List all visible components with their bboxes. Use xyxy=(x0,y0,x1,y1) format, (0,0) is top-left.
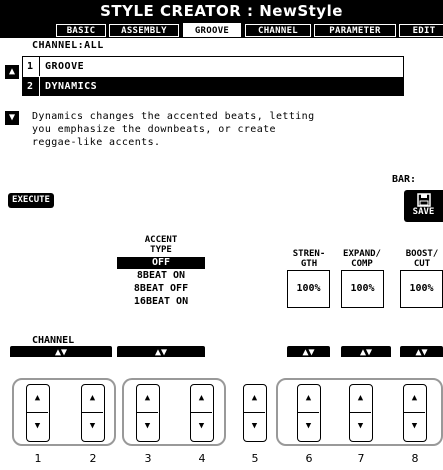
expand-comp-value[interactable]: 100% xyxy=(341,270,384,308)
triangle-up-icon[interactable]: ▲ xyxy=(298,385,319,413)
key-number: 7 xyxy=(357,452,365,465)
key-number: 1 xyxy=(34,452,42,465)
key-8[interactable]: ▲ ▼ xyxy=(403,384,427,442)
tab-channel[interactable]: CHANNEL xyxy=(245,24,311,37)
accent-type-list[interactable]: OFF 8BEAT ON 8BEAT OFF 16BEAT ON xyxy=(117,257,205,319)
key-6[interactable]: ▲ ▼ xyxy=(297,384,321,442)
accent-header-line2: TYPE xyxy=(150,245,172,255)
description-line: reggae-like accents. xyxy=(32,137,161,148)
triangle-down-icon[interactable]: ▼ xyxy=(27,413,48,440)
tab-parameter[interactable]: PARAMETER xyxy=(314,24,396,37)
key-number: 3 xyxy=(144,452,152,465)
key-4[interactable]: ▲ ▼ xyxy=(190,384,214,442)
boost-cut-updown-button[interactable]: ▲▼ xyxy=(400,346,443,357)
menu-list: 1 GROOVE 2 DYNAMICS xyxy=(22,56,404,96)
expand-comp-updown-button[interactable]: ▲▼ xyxy=(341,346,391,357)
tab-edit[interactable]: EDIT xyxy=(399,24,443,37)
tab-bar: BASIC ASSEMBLY GROOVE CHANNEL PARAMETER … xyxy=(0,22,443,38)
expand-comp-header-line2: COMP xyxy=(351,259,373,269)
triangle-down-icon[interactable]: ▼ xyxy=(404,413,425,440)
tab-basic[interactable]: BASIC xyxy=(56,24,106,37)
description-line: you emphasize the downbeats, or create xyxy=(32,124,276,135)
triangle-up-icon[interactable]: ▲ xyxy=(350,385,371,413)
accent-header-line1: ACCENT xyxy=(144,235,178,245)
accent-option[interactable]: 16BEAT ON xyxy=(117,296,205,308)
boost-cut-header: BOOST/ CUT xyxy=(397,249,443,269)
expand-comp-header: EXPAND/ COMP xyxy=(337,249,387,269)
list-item-groove[interactable]: 1 GROOVE xyxy=(23,57,403,76)
list-item-dynamics[interactable]: 2 DYNAMICS xyxy=(23,77,403,96)
key-number: 4 xyxy=(198,452,206,465)
key-number: 2 xyxy=(89,452,97,465)
channel-updown-button[interactable]: ▲▼ xyxy=(10,346,112,357)
list-item-label: DYNAMICS xyxy=(45,81,98,92)
triangle-down-icon[interactable]: ▼ xyxy=(298,413,319,440)
scroll-down-icon[interactable]: ▼ xyxy=(5,111,19,125)
execute-button[interactable]: EXECUTE xyxy=(8,193,54,208)
accent-option[interactable]: 8BEAT ON xyxy=(117,270,205,282)
strength-header-line1: STREN- xyxy=(292,249,326,259)
strength-updown-button[interactable]: ▲▼ xyxy=(287,346,330,357)
list-item-label: GROOVE xyxy=(45,61,85,72)
expand-comp-header-line1: EXPAND/ xyxy=(343,249,381,259)
boost-cut-value[interactable]: 100% xyxy=(400,270,443,308)
channel-button-label: CHANNEL xyxy=(32,335,75,346)
strength-header-line2: GTH xyxy=(300,259,318,269)
key-5[interactable]: ▲ ▼ xyxy=(243,384,267,442)
triangle-down-icon[interactable]: ▼ xyxy=(82,413,103,440)
strength-value[interactable]: 100% xyxy=(287,270,330,308)
key-number: 8 xyxy=(411,452,419,465)
key-number: 5 xyxy=(251,452,259,465)
list-item-number: 2 xyxy=(27,81,34,92)
key-number: 6 xyxy=(305,452,313,465)
window-title: STYLE CREATOR : NewStyle xyxy=(0,0,443,22)
lcd-screen: STYLE CREATOR : NewStyle BASIC ASSEMBLY … xyxy=(0,0,443,357)
accent-option[interactable]: 8BEAT OFF xyxy=(117,283,205,295)
channel-label: CHANNEL:ALL xyxy=(32,40,104,51)
triangle-up-icon[interactable]: ▲ xyxy=(244,385,265,413)
key-2[interactable]: ▲ ▼ xyxy=(81,384,105,442)
triangle-down-icon[interactable]: ▼ xyxy=(137,413,158,440)
description-line: Dynamics changes the accented beats, let… xyxy=(32,111,315,122)
list-item-number: 1 xyxy=(27,61,34,72)
key-3[interactable]: ▲ ▼ xyxy=(136,384,160,442)
bar-label: BAR: xyxy=(392,174,417,185)
accent-updown-button[interactable]: ▲▼ xyxy=(117,346,205,357)
triangle-down-icon[interactable]: ▼ xyxy=(191,413,212,440)
triangle-up-icon[interactable]: ▲ xyxy=(137,385,158,413)
key-7[interactable]: ▲ ▼ xyxy=(349,384,373,442)
boost-cut-header-line1: BOOST/ xyxy=(405,249,439,259)
tab-assembly[interactable]: ASSEMBLY xyxy=(109,24,179,37)
boost-cut-header-line2: CUT xyxy=(413,259,431,269)
save-label: SAVE xyxy=(412,207,435,217)
floppy-disk-icon xyxy=(416,193,431,207)
key-1[interactable]: ▲ ▼ xyxy=(26,384,50,442)
tab-groove[interactable]: GROOVE xyxy=(182,22,242,38)
triangle-up-icon[interactable]: ▲ xyxy=(404,385,425,413)
description-text: Dynamics changes the accented beats, let… xyxy=(32,110,412,149)
save-button[interactable]: SAVE xyxy=(404,190,443,222)
triangle-down-icon[interactable]: ▼ xyxy=(350,413,371,440)
scroll-up-icon[interactable]: ▲ xyxy=(5,65,19,79)
triangle-up-icon[interactable]: ▲ xyxy=(27,385,48,413)
triangle-down-icon[interactable]: ▼ xyxy=(244,413,265,440)
triangle-up-icon[interactable]: ▲ xyxy=(82,385,103,413)
accent-option[interactable]: OFF xyxy=(117,257,205,269)
accent-type-header: ACCENT TYPE xyxy=(117,235,205,255)
strength-header: STREN- GTH xyxy=(285,249,333,269)
triangle-up-icon[interactable]: ▲ xyxy=(191,385,212,413)
